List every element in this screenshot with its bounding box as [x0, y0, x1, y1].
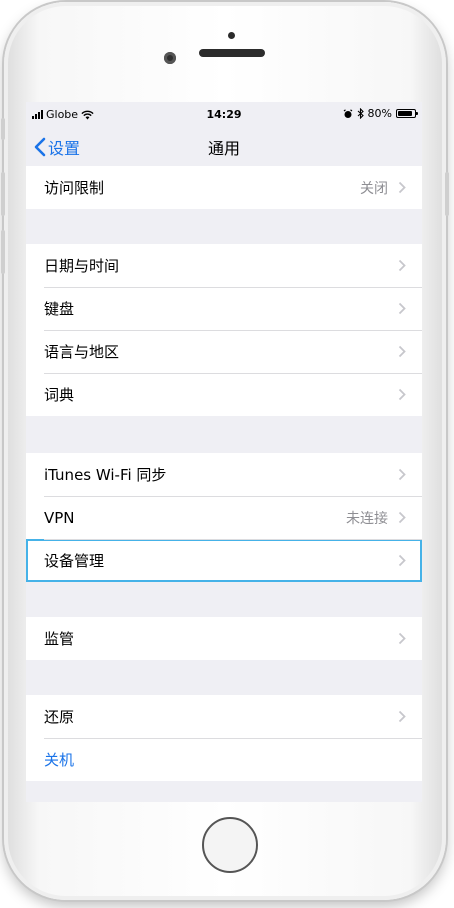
row-label: 还原 — [44, 708, 75, 726]
volume-up-button — [1, 172, 5, 216]
row-label: 键盘 — [44, 300, 75, 318]
row-supervision[interactable]: 监管 — [26, 617, 422, 660]
chevron-right-icon — [398, 468, 406, 481]
settings-group: 还原 关机 — [26, 695, 422, 781]
chevron-right-icon — [398, 511, 406, 524]
chevron-right-icon — [398, 345, 406, 358]
front-camera — [164, 52, 176, 64]
row-label: 访问限制 — [44, 179, 105, 197]
row-label: 词典 — [44, 386, 75, 404]
row-label: iTunes Wi-Fi 同步 — [44, 466, 167, 484]
row-itunes-wifi-sync[interactable]: iTunes Wi-Fi 同步 — [26, 453, 422, 496]
row-reset[interactable]: 还原 — [26, 695, 422, 738]
chevron-right-icon — [398, 710, 406, 723]
row-detail: 未连接 — [346, 510, 388, 527]
home-button[interactable] — [202, 817, 258, 873]
settings-group: 监管 — [26, 617, 422, 660]
row-date-time[interactable]: 日期与时间 — [26, 244, 422, 287]
chevron-right-icon — [398, 388, 406, 401]
chevron-right-icon — [398, 632, 406, 645]
bluetooth-icon — [357, 108, 364, 119]
row-vpn[interactable]: VPN 未连接 — [26, 496, 422, 539]
chevron-right-icon — [398, 181, 406, 194]
row-label: 设备管理 — [44, 552, 105, 570]
row-shut-down[interactable]: 关机 — [26, 738, 422, 781]
settings-group: 访问限制 关闭 — [26, 166, 422, 209]
settings-group: iTunes Wi-Fi 同步 VPN 未连接 设备管理 — [26, 453, 422, 582]
battery-percent: 80% — [367, 107, 392, 120]
row-language-region[interactable]: 语言与地区 — [26, 330, 422, 373]
row-keyboard[interactable]: 键盘 — [26, 287, 422, 330]
row-dictionary[interactable]: 词典 — [26, 373, 422, 416]
row-detail: 关闭 — [360, 180, 388, 197]
row-restrictions[interactable]: 访问限制 关闭 — [26, 166, 422, 209]
row-device-management[interactable]: 设备管理 — [26, 539, 422, 582]
alarm-icon — [343, 108, 352, 118]
page-title: 通用 — [207, 139, 240, 158]
screen: Globe 14:29 80% 设置 通用 访问限制 关闭 日期与时间 键盘 语… — [26, 102, 422, 802]
status-right: 80% — [343, 107, 418, 120]
navigation-bar: 设置 通用 — [26, 124, 422, 166]
proximity-sensor — [228, 32, 235, 39]
volume-down-button — [1, 230, 5, 274]
row-label: VPN — [44, 508, 75, 527]
earpiece-speaker — [199, 49, 265, 57]
row-label: 日期与时间 — [44, 257, 120, 275]
power-button — [445, 172, 449, 216]
row-label: 语言与地区 — [44, 343, 120, 361]
settings-group: 日期与时间 键盘 语言与地区 词典 — [26, 244, 422, 416]
chevron-right-icon — [398, 302, 406, 315]
chevron-right-icon — [398, 259, 406, 272]
side-button — [1, 118, 5, 140]
row-label: 关机 — [44, 751, 75, 769]
chevron-right-icon — [398, 554, 406, 567]
status-bar: Globe 14:29 80% — [26, 102, 422, 124]
row-label: 监管 — [44, 630, 75, 648]
battery-icon — [396, 109, 418, 118]
